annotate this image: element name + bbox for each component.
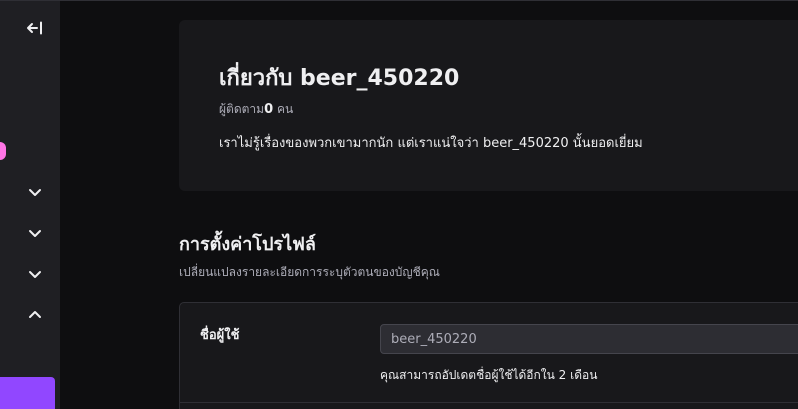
sidebar-section-toggle-4[interactable] — [26, 306, 44, 324]
profile-settings-title: การตั้งค่าโปรไฟล์ — [179, 234, 316, 255]
collapse-left-icon — [26, 21, 44, 35]
followers-label: ผู้ติดตาม — [219, 102, 265, 116]
sidebar-section-toggle-1[interactable] — [26, 183, 44, 201]
settings-row-divider — [180, 402, 798, 403]
sidebar — [0, 1, 60, 409]
chevron-down-icon — [28, 187, 42, 197]
about-title: เกี่ยวกับ beer_450220 — [219, 66, 460, 91]
followers-line: ผู้ติดตาม0 คน — [219, 100, 293, 119]
username-help-text: คุณสามารถอัปเดตชื่อผู้ใช้ได้อีกใน 2 เดือ… — [380, 368, 598, 382]
app-root: เกี่ยวกับ beer_450220 ผู้ติดตาม0 คน เราไ… — [0, 0, 798, 409]
profile-settings-card: ชื่อผู้ใช้ คุณสามารถอัปเดตชื่อผู้ใช้ได้อ… — [179, 302, 798, 409]
sidebar-accent-indicator — [0, 142, 6, 160]
sidebar-primary-button[interactable] — [0, 377, 55, 409]
username-input[interactable] — [380, 324, 798, 354]
about-card: เกี่ยวกับ beer_450220 ผู้ติดตาม0 คน เราไ… — [179, 20, 798, 191]
username-label: ชื่อผู้ใช้ — [200, 328, 240, 343]
followers-count: 0 — [264, 102, 274, 117]
chevron-down-icon — [28, 228, 42, 238]
sidebar-section-toggle-2[interactable] — [26, 224, 44, 242]
chevron-down-icon — [28, 269, 42, 279]
collapse-sidebar-button[interactable] — [24, 17, 46, 39]
chevron-up-icon — [28, 310, 42, 320]
profile-settings-subtitle: เปลี่ยนแปลงรายละเอียดการระบุตัวตนของบัญช… — [179, 265, 440, 279]
followers-unit: คน — [276, 102, 294, 116]
main-content: เกี่ยวกับ beer_450220 ผู้ติดตาม0 คน เราไ… — [60, 1, 798, 409]
about-description: เราไม่รู้เรื่องของพวกเขามากนัก แต่เราแน่… — [219, 136, 643, 151]
sidebar-section-toggle-3[interactable] — [26, 265, 44, 283]
